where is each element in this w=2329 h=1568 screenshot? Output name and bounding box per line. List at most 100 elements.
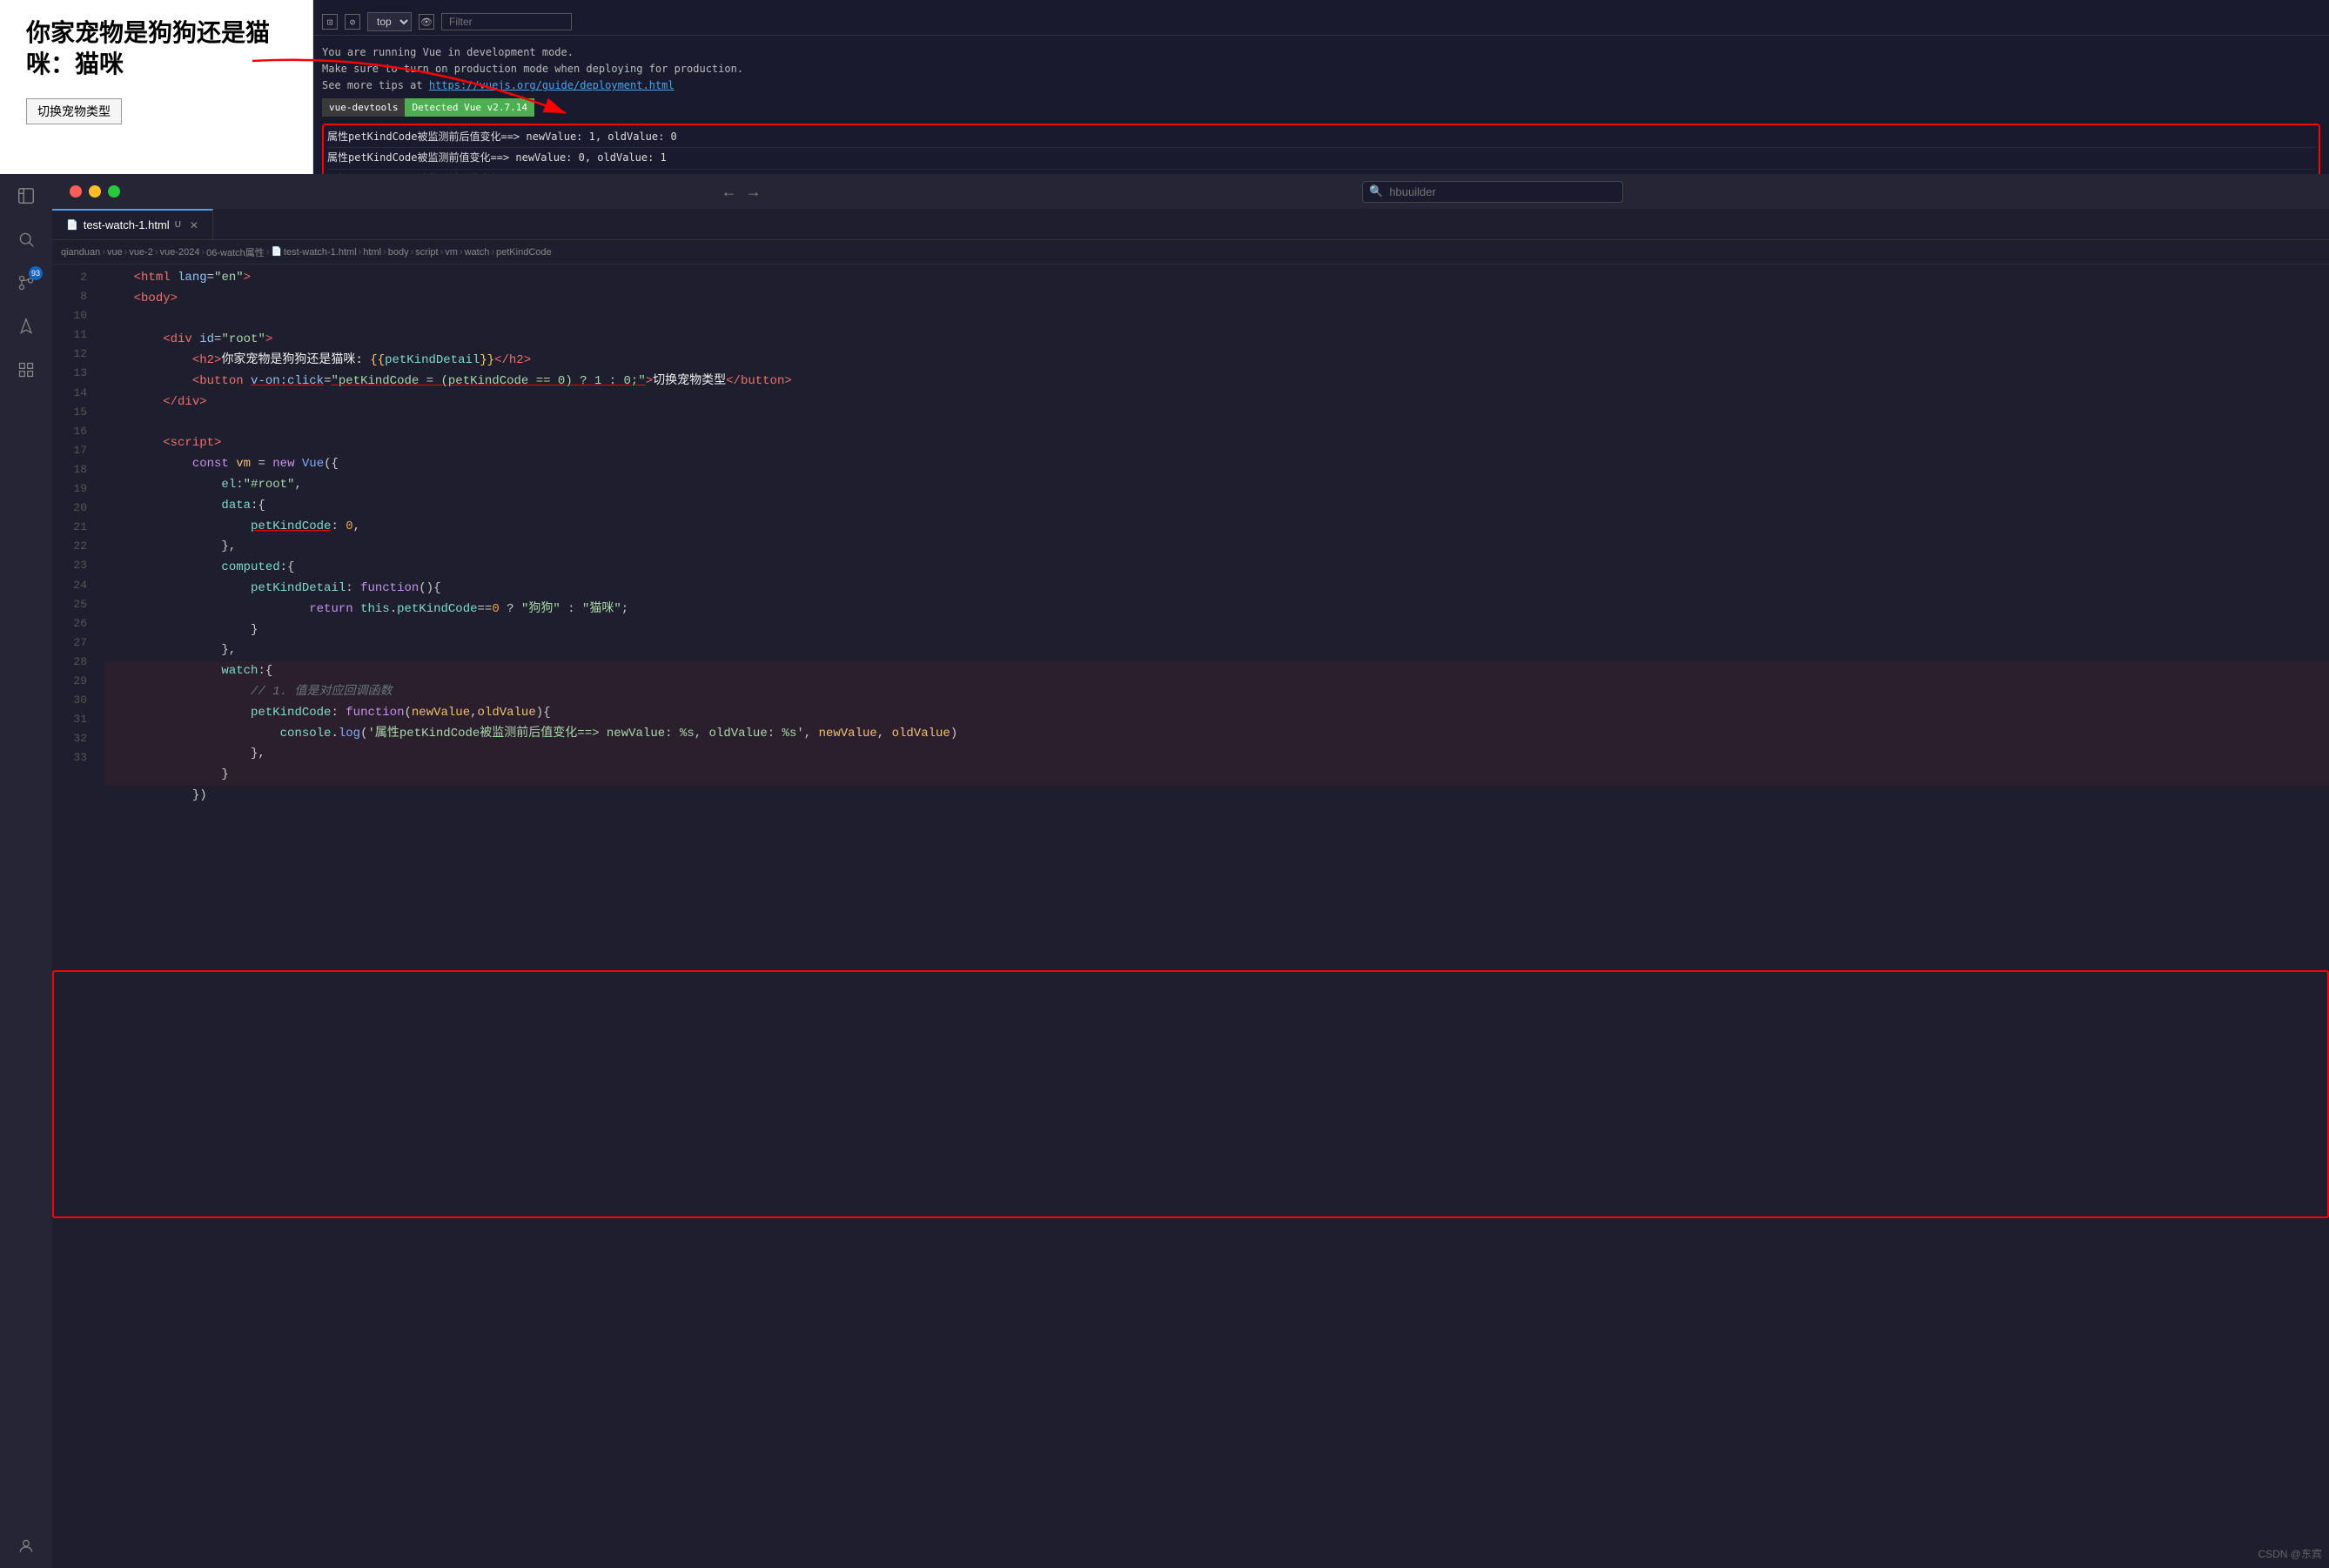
ln-18: 18 xyxy=(61,460,87,479)
vue-devtools-badge: vue-devtools Detected Vue v2.7.14 xyxy=(322,98,534,117)
code-line-23: petKindDetail: function(){ xyxy=(104,579,2329,600)
code-line-17: const vm = new Vue({ xyxy=(104,454,2329,475)
breadcrumb: qianduan › vue › vue-2 › vue-2024 › 06-w… xyxy=(52,240,2329,265)
console-panel: ⊡ ⊘ top 👁 You are running Vue in develop… xyxy=(313,0,2329,174)
code-content[interactable]: <html lang="en"> <body> <div id="root"> … xyxy=(96,265,2329,1568)
console-filter-input[interactable] xyxy=(441,13,572,30)
sidebar-icon-files[interactable] xyxy=(13,183,39,209)
git-badge: 93 xyxy=(29,266,43,280)
line-numbers: 2 8 10 11 12 13 14 15 16 17 18 19 20 21 … xyxy=(52,265,96,1568)
tab-file-icon: 📄 xyxy=(66,219,78,231)
ln-30: 30 xyxy=(61,691,87,710)
ln-33: 33 xyxy=(61,748,87,767)
nav-forward[interactable]: → xyxy=(746,183,762,201)
code-line-21: }, xyxy=(104,537,2329,558)
ln-20: 20 xyxy=(61,499,87,518)
ln-11: 11 xyxy=(61,325,87,345)
bc-watch-key: watch xyxy=(465,247,490,258)
ln-25: 25 xyxy=(61,595,87,614)
console-log-0: 属性petKindCode被监测前后值变化==> newValue: 1, ol… xyxy=(327,127,2315,148)
ln-19: 19 xyxy=(61,479,87,499)
bc-filename: test-watch-1.html xyxy=(284,247,357,258)
badge-detected: Detected Vue v2.7.14 xyxy=(405,98,534,117)
code-line-32: } xyxy=(104,765,2329,786)
editor-main: ← → 🔍 📄 test-watch-1.html U ✕ qianduan ›… xyxy=(52,174,2329,1568)
bc-vue2: vue-2 xyxy=(129,247,153,258)
tabs-bar: 📄 test-watch-1.html U ✕ xyxy=(52,209,2329,240)
ln-13: 13 xyxy=(61,364,87,383)
code-editor[interactable]: 2 8 10 11 12 13 14 15 16 17 18 19 20 21 … xyxy=(52,265,2329,1568)
traffic-lights xyxy=(70,185,120,198)
sidebar-icon-extensions[interactable] xyxy=(13,357,39,383)
code-line-18: el:"#root", xyxy=(104,475,2329,496)
code-line-10 xyxy=(104,310,2329,331)
ln-29: 29 xyxy=(61,672,87,691)
code-line-28: // 1. 值是对应回调函数 xyxy=(104,682,2329,703)
code-line-30: console.log('属性petKindCode被监测前后值变化==> ne… xyxy=(104,724,2329,745)
bc-watch: 06-watch属性 xyxy=(206,245,265,259)
bc-html: html xyxy=(363,247,381,258)
nav-back[interactable]: ← xyxy=(722,183,737,201)
console-line-1: You are running Vue in development mode. xyxy=(322,44,2320,61)
code-line-24: return this.petKindCode==0 ? "狗狗" : "猫咪"… xyxy=(104,600,2329,620)
sidebar-icon-user[interactable] xyxy=(13,1533,39,1559)
tab-test-watch[interactable]: 📄 test-watch-1.html U ✕ xyxy=(52,209,213,239)
ln-26: 26 xyxy=(61,614,87,633)
console-line-2: Make sure to turn on production mode whe… xyxy=(322,61,2320,77)
editor-sidebar: 93 xyxy=(0,174,52,1568)
console-eye-icon[interactable]: 👁 xyxy=(419,14,434,30)
traffic-light-maximize[interactable] xyxy=(108,185,120,198)
code-line-16: <script> xyxy=(104,433,2329,454)
tab-close[interactable]: ✕ xyxy=(190,219,198,231)
editor-search-input[interactable] xyxy=(1362,181,1623,203)
code-line-29: petKindCode: function(newValue,oldValue)… xyxy=(104,703,2329,724)
console-icon[interactable]: ⊡ xyxy=(322,14,338,30)
ln-2: 2 xyxy=(61,268,87,287)
sidebar-icon-git[interactable]: 93 xyxy=(13,270,39,296)
bc-body: body xyxy=(388,247,409,258)
switch-pet-button[interactable]: 切换宠物类型 xyxy=(26,98,122,124)
code-line-26: }, xyxy=(104,640,2329,661)
bc-vue2024: vue-2024 xyxy=(160,247,200,258)
ln-16: 16 xyxy=(61,422,87,441)
tab-label: test-watch-1.html xyxy=(84,218,170,231)
code-line-13: <button v-on:click="petKindCode = (petKi… xyxy=(104,372,2329,392)
title-bar: ← → 🔍 xyxy=(52,174,2329,209)
bc-vue: vue xyxy=(107,247,123,258)
ln-10: 10 xyxy=(61,306,87,325)
code-line-22: computed:{ xyxy=(104,558,2329,579)
code-line-14: </div> xyxy=(104,392,2329,413)
code-line-8: <body> xyxy=(104,289,2329,310)
preview-panel: 你家宠物是狗狗还是猫咪：猫咪 切换宠物类型 xyxy=(0,0,313,174)
traffic-light-close[interactable] xyxy=(70,185,82,198)
ln-12: 12 xyxy=(61,345,87,364)
code-line-33: }) xyxy=(104,786,2329,807)
console-level-select[interactable]: top xyxy=(367,12,412,31)
code-line-19: data:{ xyxy=(104,496,2329,517)
code-line-25: } xyxy=(104,620,2329,641)
ln-24: 24 xyxy=(61,576,87,595)
bc-petkindcode: petKindCode xyxy=(496,247,552,258)
ln-14: 14 xyxy=(61,384,87,403)
code-line-12: <h2>你家宠物是狗狗还是猫咪: {{petKindDetail}}</h2> xyxy=(104,351,2329,372)
ln-22: 22 xyxy=(61,537,87,556)
ln-15: 15 xyxy=(61,403,87,422)
ln-23: 23 xyxy=(61,556,87,575)
console-log-1: 属性petKindCode被监测前值变化==> newValue: 0, old… xyxy=(327,148,2315,169)
bc-file-icon: 📄 xyxy=(271,247,281,257)
sidebar-icon-search[interactable] xyxy=(13,226,39,252)
code-line-27: watch:{ xyxy=(104,661,2329,682)
top-area: 你家宠物是狗狗还是猫咪：猫咪 切换宠物类型 ⊡ ⊘ top 👁 You are … xyxy=(0,0,2329,174)
preview-title: 你家宠物是狗狗还是猫咪：猫咪 xyxy=(26,17,286,81)
csdn-watermark: CSDN @东宾 xyxy=(2258,1546,2322,1561)
code-line-11: <div id="root"> xyxy=(104,330,2329,351)
console-block-icon[interactable]: ⊘ xyxy=(345,14,360,30)
sidebar-icon-deploy[interactable] xyxy=(13,313,39,339)
ln-8: 8 xyxy=(61,287,87,306)
traffic-light-minimize[interactable] xyxy=(89,185,101,198)
console-link[interactable]: https://vuejs.org/guide/deployment.html xyxy=(429,79,675,91)
bc-vm: vm xyxy=(445,247,458,258)
ln-27: 27 xyxy=(61,633,87,653)
code-line-20: petKindCode: 0, xyxy=(104,517,2329,538)
ln-17: 17 xyxy=(61,441,87,460)
